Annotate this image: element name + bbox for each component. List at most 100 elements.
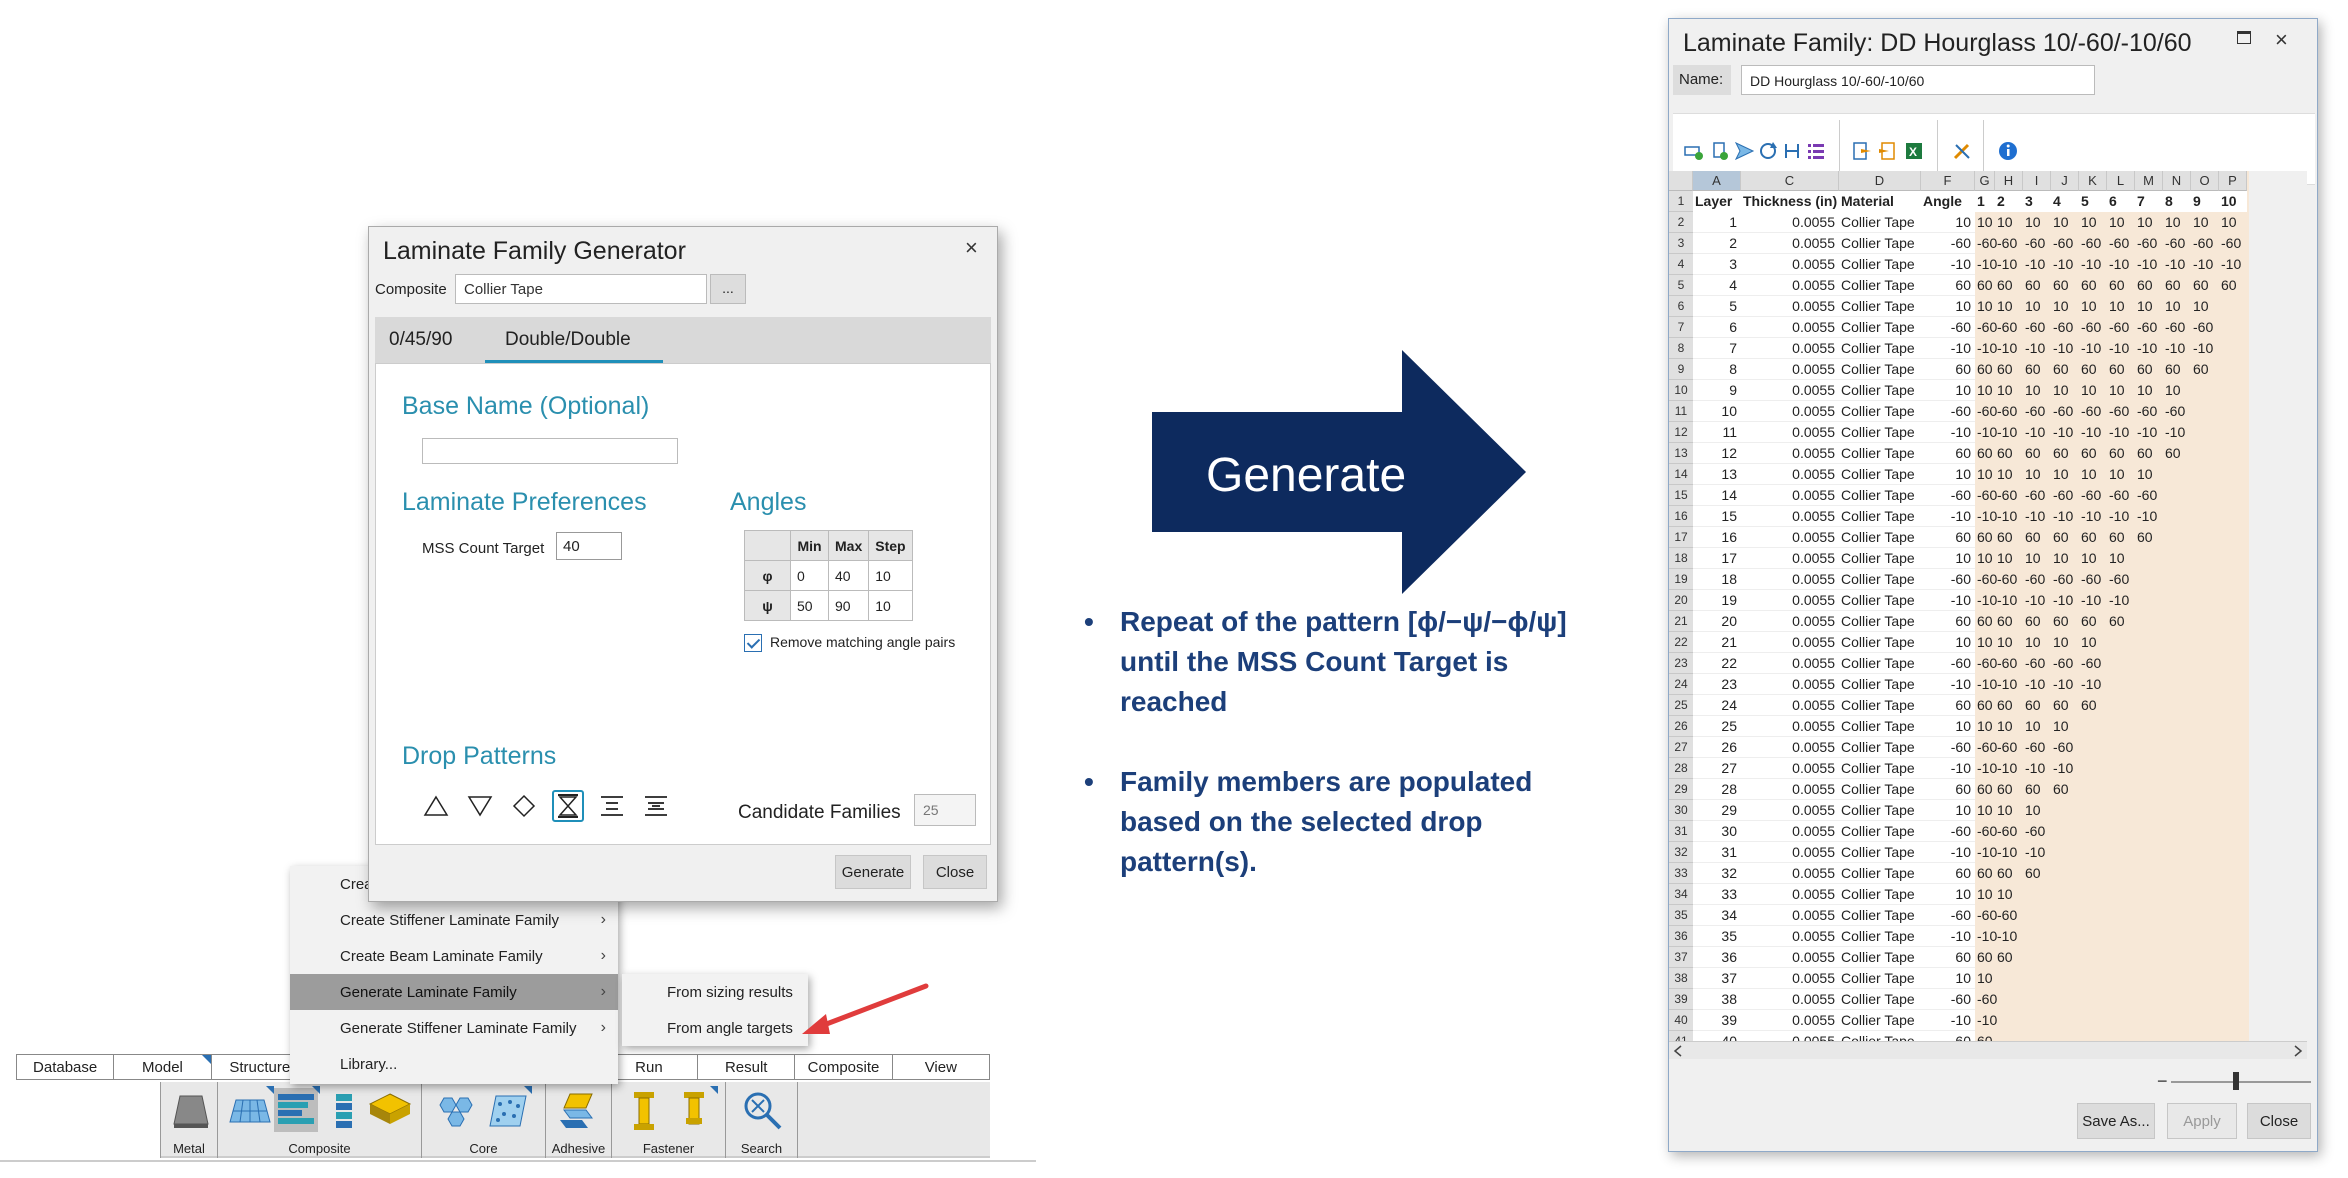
grid-column-letter[interactable]: P bbox=[2219, 171, 2247, 191]
grid-column-letter[interactable]: C bbox=[1741, 171, 1839, 191]
grid-cell[interactable]: 5 bbox=[1693, 296, 1737, 317]
grid-cell[interactable]: -60 bbox=[2025, 569, 2053, 590]
adhesive-icon[interactable] bbox=[556, 1088, 600, 1132]
grid-cell[interactable]: 10 bbox=[1921, 380, 1971, 401]
grid-cell[interactable]: 10 bbox=[2081, 632, 2109, 653]
grid-cell[interactable]: Collier Tape bbox=[1841, 695, 1919, 716]
grid-cell[interactable]: -10 bbox=[2137, 254, 2165, 275]
grid-cell[interactable]: 10 bbox=[1977, 380, 1997, 401]
grid-cell[interactable]: 10 bbox=[2081, 296, 2109, 317]
grid-cell[interactable]: 10 bbox=[1977, 968, 1997, 989]
grid-cell[interactable]: 10 bbox=[2025, 632, 2053, 653]
grid-cell[interactable]: 60 bbox=[2025, 779, 2053, 800]
grid-cell[interactable]: 60 bbox=[2053, 443, 2081, 464]
grid-cell[interactable]: -10 bbox=[1997, 338, 2025, 359]
grid-cell[interactable]: Collier Tape bbox=[1841, 947, 1919, 968]
grid-cell[interactable]: 60 bbox=[2081, 443, 2109, 464]
grid-cell[interactable]: 10 bbox=[2025, 296, 2053, 317]
grid-header-cell[interactable]: Layer bbox=[1693, 191, 1741, 212]
grid-cell[interactable]: -60 bbox=[1977, 233, 1997, 254]
toolbar-tab[interactable]: Composite bbox=[795, 1055, 893, 1079]
scroll-left-icon[interactable] bbox=[1673, 1045, 1683, 1057]
grid-row-number[interactable]: 1 bbox=[1669, 191, 1693, 212]
honeycomb-icon[interactable] bbox=[434, 1088, 478, 1132]
grid-cell[interactable]: 19 bbox=[1693, 590, 1737, 611]
grid-row-number[interactable]: 7 bbox=[1669, 317, 1693, 338]
grid-cell[interactable]: 8 bbox=[1693, 359, 1737, 380]
grid-cell[interactable]: -60 bbox=[1921, 821, 1971, 842]
grid-cell[interactable]: 60 bbox=[1977, 359, 1997, 380]
grid-cell[interactable]: 15 bbox=[1693, 506, 1737, 527]
grid-cell[interactable]: 0.0055 bbox=[1741, 401, 1835, 422]
grid-cell[interactable]: Collier Tape bbox=[1841, 506, 1919, 527]
grid-cell[interactable]: 10 bbox=[2025, 380, 2053, 401]
menu-item-from-sizing-results[interactable]: From sizing results bbox=[622, 974, 808, 1010]
grid-cell[interactable]: -60 bbox=[1977, 317, 1997, 338]
grid-header-cell[interactable]: 2 bbox=[1995, 191, 2023, 212]
grid-cell[interactable]: 10 bbox=[1997, 800, 2025, 821]
grid-row-number[interactable]: 29 bbox=[1669, 779, 1693, 800]
grid-cell[interactable]: 10 bbox=[2193, 296, 2221, 317]
grid-cell[interactable]: -10 bbox=[1997, 506, 2025, 527]
grid-cell[interactable]: -10 bbox=[2165, 338, 2193, 359]
grid-cell[interactable]: 10 bbox=[2109, 464, 2137, 485]
grid-cell[interactable]: 10 bbox=[2165, 212, 2193, 233]
grid-cell[interactable]: -60 bbox=[2025, 737, 2053, 758]
stack-icon[interactable] bbox=[322, 1088, 366, 1132]
grid-cell[interactable]: -60 bbox=[2081, 317, 2109, 338]
grid-cell[interactable]: Collier Tape bbox=[1841, 485, 1919, 506]
grid-cell[interactable]: -60 bbox=[1977, 989, 1997, 1010]
grid-cell[interactable]: 60 bbox=[1997, 443, 2025, 464]
tab-double-double[interactable]: Double/Double bbox=[505, 317, 631, 363]
grid-cell[interactable]: -60 bbox=[1977, 401, 1997, 422]
grid-cell[interactable]: 10 bbox=[2081, 548, 2109, 569]
grid-cell[interactable]: 60 bbox=[2053, 275, 2081, 296]
export-icon[interactable] bbox=[1851, 140, 1873, 162]
grid-cell[interactable]: 10 bbox=[1977, 884, 1997, 905]
menu-item-create-beam-laminate-family[interactable]: Create Beam Laminate Family › bbox=[290, 938, 618, 974]
grid-cell[interactable]: 10 bbox=[2025, 548, 2053, 569]
grid-cell[interactable]: -10 bbox=[2053, 338, 2081, 359]
grid-cell[interactable]: 34 bbox=[1693, 905, 1737, 926]
grid-cell[interactable]: -60 bbox=[1997, 905, 2025, 926]
grid-cell[interactable]: -10 bbox=[2137, 506, 2165, 527]
composite-field[interactable]: Collier Tape bbox=[455, 274, 707, 304]
grid-cell[interactable]: -10 bbox=[2109, 254, 2137, 275]
grid-header-cell[interactable]: 10 bbox=[2219, 191, 2247, 212]
grid-cell[interactable]: 17 bbox=[1693, 548, 1737, 569]
grid-cell[interactable]: 0.0055 bbox=[1741, 842, 1835, 863]
grid-cell[interactable]: 60 bbox=[2137, 359, 2165, 380]
grid-cell[interactable]: 10 bbox=[2081, 464, 2109, 485]
grid-cell[interactable]: 10 bbox=[1921, 968, 1971, 989]
grid-cell[interactable]: -60 bbox=[1997, 737, 2025, 758]
grid-cell[interactable]: Collier Tape bbox=[1841, 905, 1919, 926]
grid-cell[interactable]: Collier Tape bbox=[1841, 317, 1919, 338]
grid-cell[interactable]: 10 bbox=[2165, 296, 2193, 317]
grid-cell[interactable]: -10 bbox=[2025, 842, 2053, 863]
grid-row-number[interactable]: 38 bbox=[1669, 968, 1693, 989]
grid-cell[interactable]: -60 bbox=[2109, 485, 2137, 506]
grid-cell[interactable]: 0.0055 bbox=[1741, 233, 1835, 254]
grid-row-number[interactable]: 6 bbox=[1669, 296, 1693, 317]
grid-cell[interactable]: -60 bbox=[2193, 317, 2221, 338]
grid-cell[interactable]: 10 bbox=[2193, 212, 2221, 233]
grid-row-number[interactable]: 10 bbox=[1669, 380, 1693, 401]
grid-cell[interactable]: -60 bbox=[1977, 821, 1997, 842]
grid-cell[interactable]: Collier Tape bbox=[1841, 800, 1919, 821]
grid-cell[interactable]: 10 bbox=[1997, 884, 2025, 905]
grid-cell[interactable]: 0.0055 bbox=[1741, 611, 1835, 632]
grid-cell[interactable]: 0.0055 bbox=[1741, 485, 1835, 506]
grid-cell[interactable]: 10 bbox=[2081, 212, 2109, 233]
close-button[interactable]: Close bbox=[2247, 1103, 2311, 1139]
grid-cell[interactable]: -60 bbox=[2221, 233, 2249, 254]
grid-cell[interactable]: Collier Tape bbox=[1841, 401, 1919, 422]
grid-cell[interactable]: 0.0055 bbox=[1741, 947, 1835, 968]
grid-cell[interactable]: 60 bbox=[1997, 611, 2025, 632]
tab-0-45-90[interactable]: 0/45/90 bbox=[389, 317, 452, 363]
grid-cell[interactable]: -10 bbox=[2081, 674, 2109, 695]
grid-cell[interactable]: 10 bbox=[1921, 548, 1971, 569]
grid-row-number[interactable]: 31 bbox=[1669, 821, 1693, 842]
grid-row-number[interactable]: 23 bbox=[1669, 653, 1693, 674]
grid-cell[interactable]: -10 bbox=[1977, 842, 1997, 863]
grid-row-number[interactable]: 40 bbox=[1669, 1010, 1693, 1031]
